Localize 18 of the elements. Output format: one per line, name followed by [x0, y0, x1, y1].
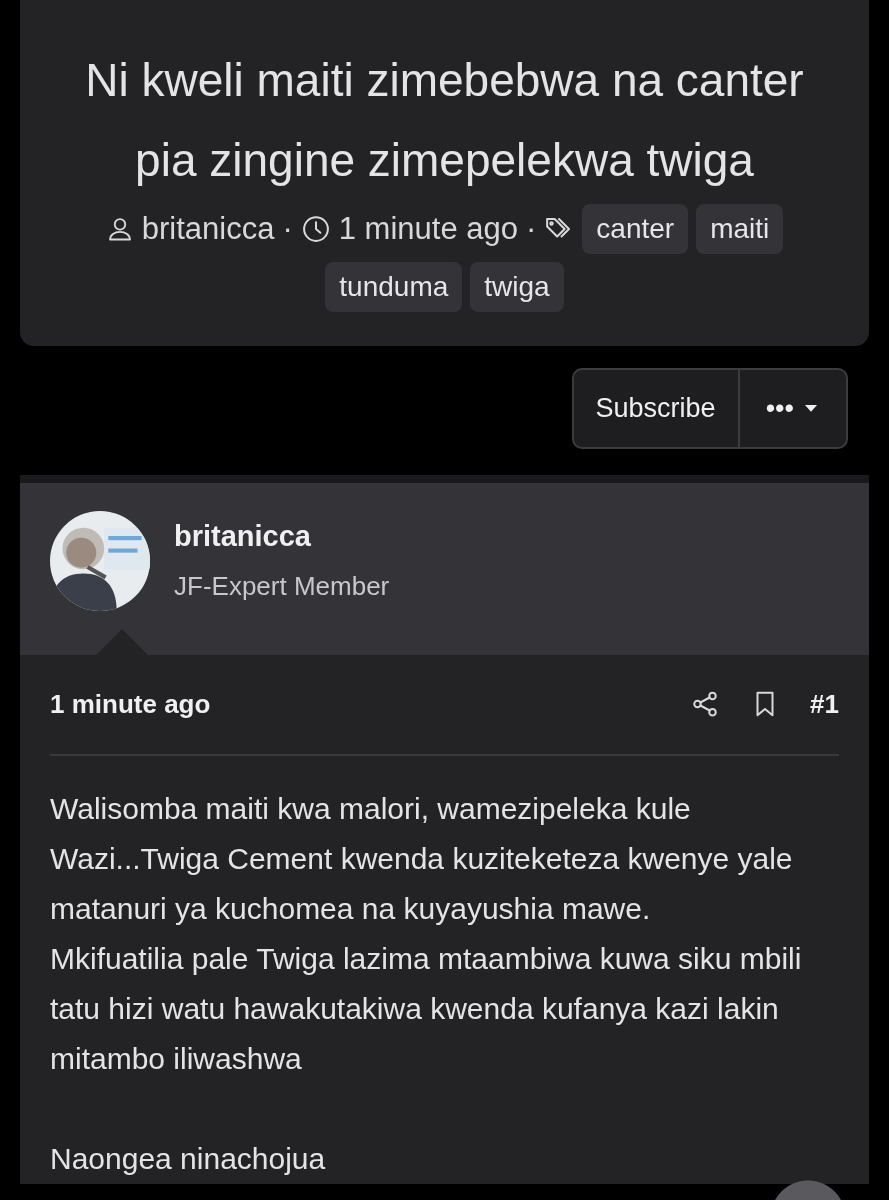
- thread-title: Ni kweli maiti zimebebwa na canter pia zingine zimepelekwa twiga: [84, 53, 805, 188]
- tag[interactable]: twiga: [470, 262, 564, 312]
- post-number-link[interactable]: #1: [810, 684, 839, 724]
- username[interactable]: britanicca: [174, 515, 390, 559]
- timestamp: 1 minute ago: [338, 209, 518, 248]
- more-button[interactable]: •••: [737, 370, 846, 447]
- post-paragraph: Walisomba maiti kwa malori, wamezipeleka kule Wazi...Twiga Cement kwenda kuziteketeza kwenye yale matanuri ya kuchomea na kuyayushia mawe. Mkifuatilia pale Twiga lazima mtaambiwa kuwa siku mbili tatu hizi watu hawakutakiwa kwenda kufanya kazi lakin mitambo iliwashwa: [50, 790, 803, 1077]
- author-link[interactable]: britanicca: [141, 205, 275, 253]
- tag[interactable]: canter: [582, 204, 689, 254]
- separator: ·: [282, 209, 293, 248]
- subscribe-button[interactable]: Subscribe: [573, 370, 738, 447]
- tag[interactable]: tunduma: [325, 262, 463, 312]
- clock-icon: [300, 214, 331, 244]
- user-title: JF-Expert Member: [174, 569, 390, 603]
- post-time: 1 minute ago: [50, 687, 211, 721]
- post-paragraph: Naongea ninachojua: [50, 1140, 327, 1177]
- tag[interactable]: maiti: [696, 204, 784, 254]
- separator: ·: [526, 209, 537, 248]
